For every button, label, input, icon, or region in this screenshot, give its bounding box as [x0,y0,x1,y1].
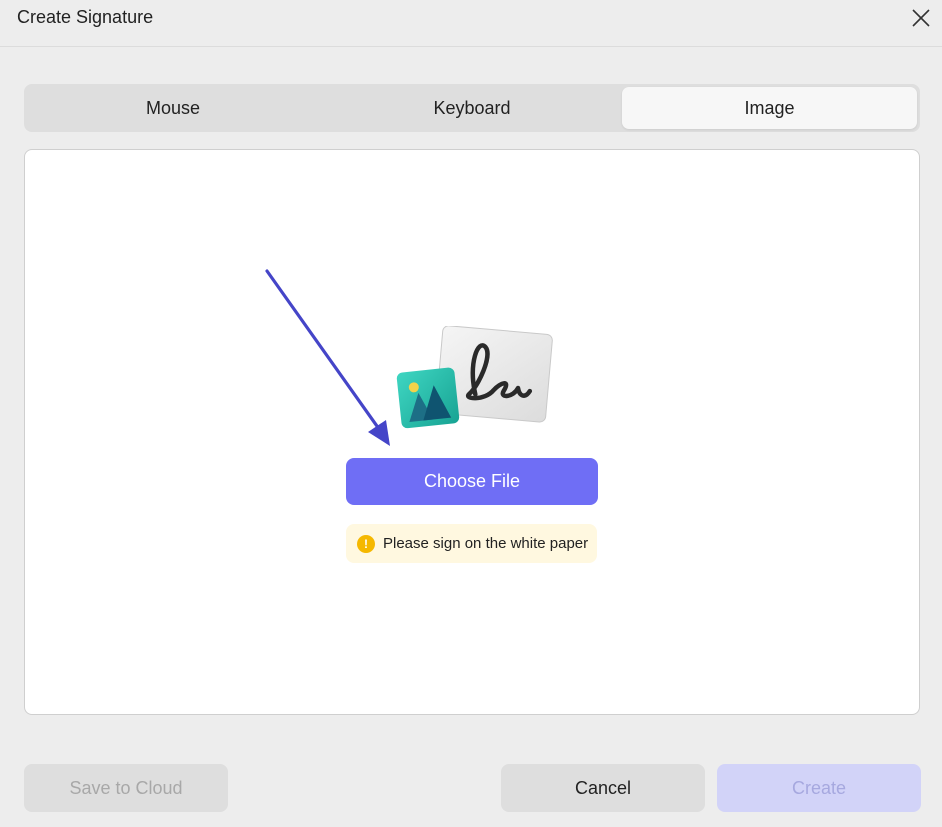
choose-file-button[interactable]: Choose File [346,458,598,505]
create-button[interactable]: Create [717,764,921,812]
cancel-button[interactable]: Cancel [501,764,705,812]
image-signature-illustration [396,326,553,429]
tab-image[interactable]: Image [622,87,917,129]
dialog-title: Create Signature [17,7,154,27]
close-button[interactable] [906,4,936,32]
dialog-titlebar: Create Signature [0,0,942,47]
arrow-annotation [265,269,390,446]
save-to-cloud-button[interactable]: Save to Cloud [24,764,228,812]
warning-icon: ! [357,534,375,553]
hint-text: Please sign on the white paper [383,535,589,552]
hint-banner: ! Please sign on the white paper [346,524,597,563]
tab-mouse[interactable]: Mouse [24,84,322,132]
signature-mode-tabs: Mouse Keyboard Image [24,84,920,132]
tab-keyboard[interactable]: Keyboard [323,84,621,132]
close-icon [912,9,930,27]
